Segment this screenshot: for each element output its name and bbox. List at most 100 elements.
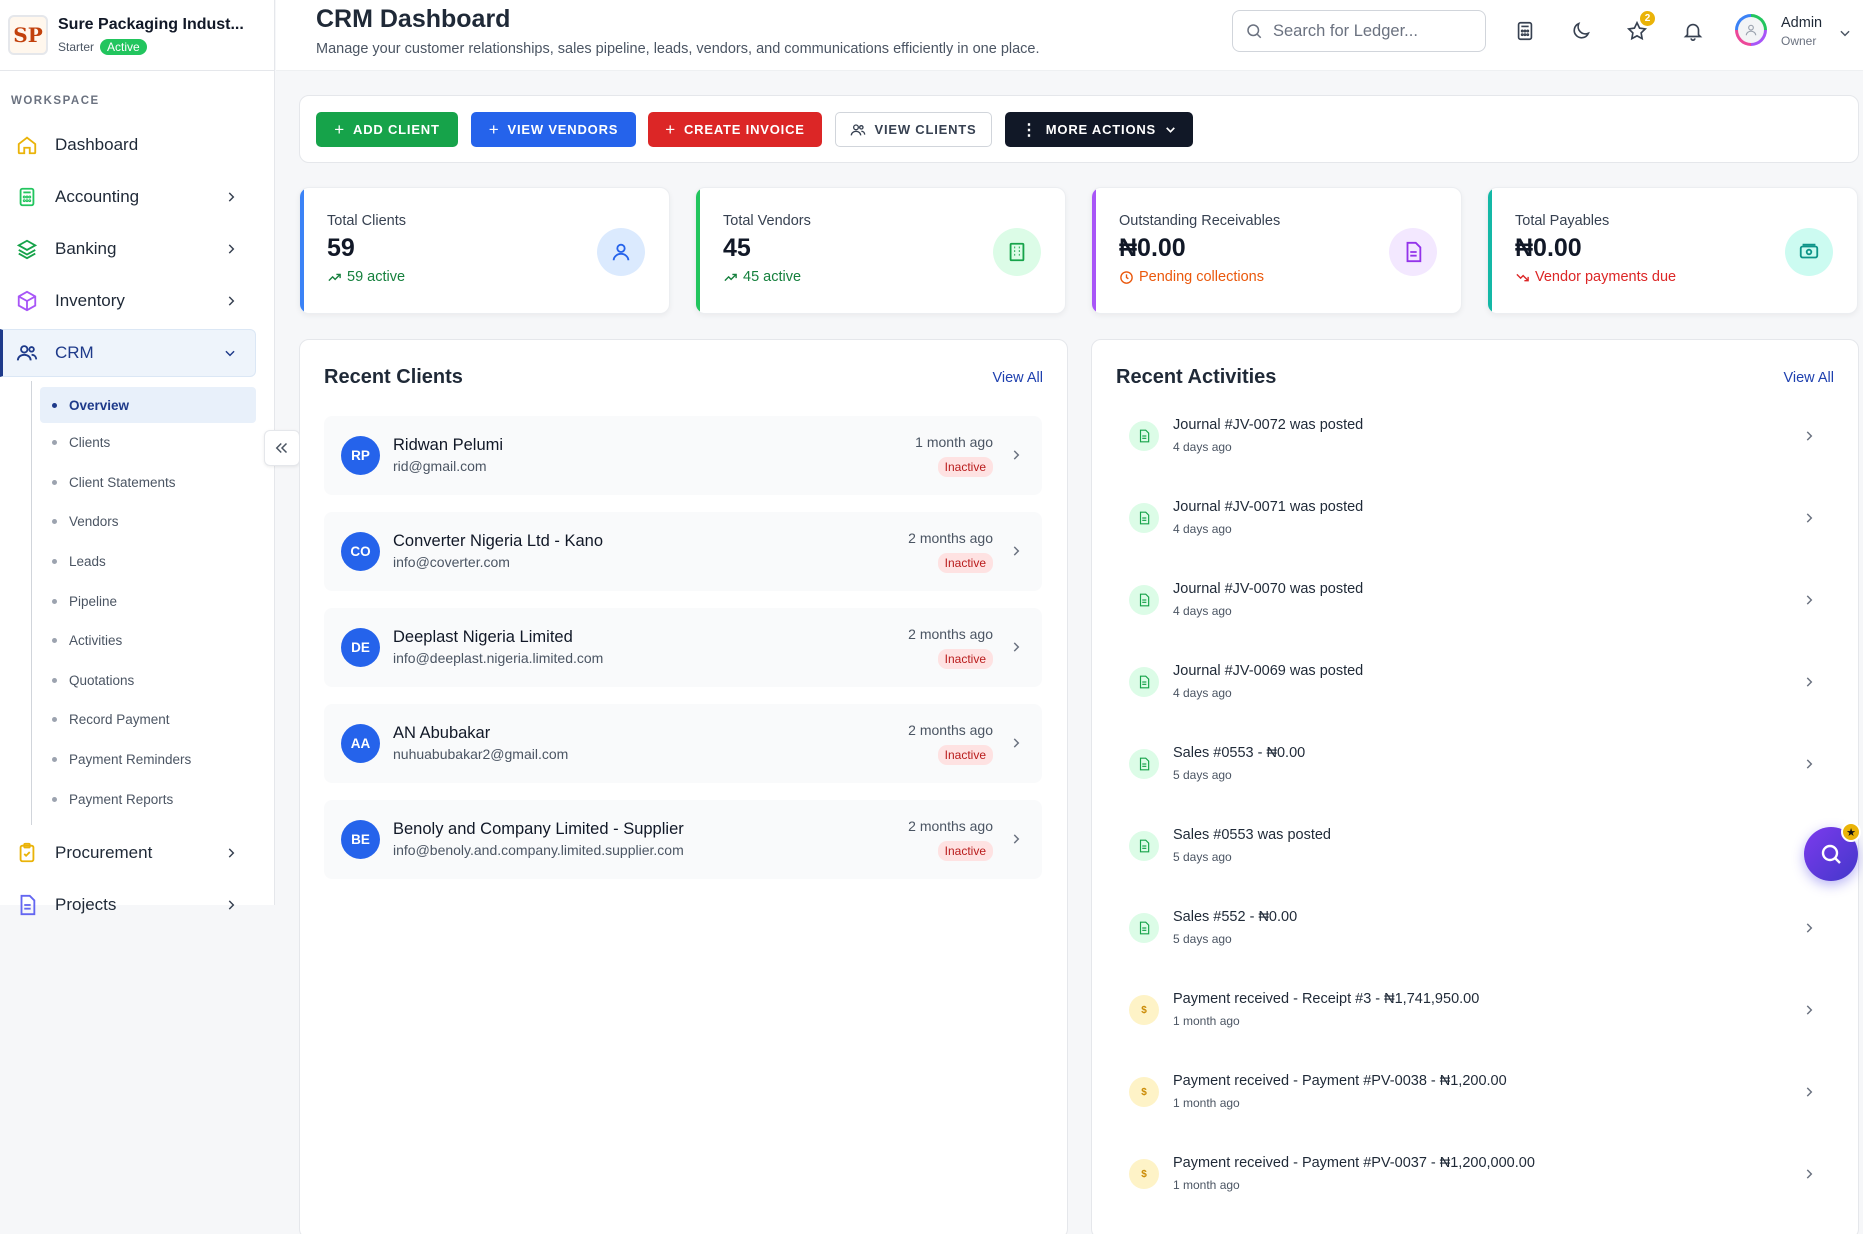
search-box[interactable] [1232, 10, 1486, 52]
chevron-down-icon[interactable] [1838, 26, 1852, 40]
notification-count-badge: 2 [1640, 11, 1655, 26]
activity-row[interactable]: Sales #552 - ₦0.00 5 days ago [1116, 895, 1834, 965]
activity-row[interactable]: Journal #JV-0070 was posted 4 days ago [1116, 567, 1834, 637]
client-row[interactable]: AA AN Abubakar nuhuabubakar2@gmail.com 2… [324, 704, 1042, 783]
activity-row[interactable]: Sales #0553 was posted 5 days ago [1116, 813, 1834, 883]
activity-row[interactable]: $ Payment received - Payment #PV-0038 - ₦… [1116, 1059, 1834, 1129]
stat-card-outstanding-receivables[interactable]: Outstanding Receivables ₦0.00 Pending co… [1091, 187, 1462, 314]
stat-icon-wrap [1389, 228, 1437, 276]
brand[interactable]: SP Sure Packaging Indust... Starter Acti… [0, 0, 274, 71]
stat-title: Total Payables [1515, 213, 1610, 229]
star-badge-icon: ★ [1841, 822, 1861, 842]
dollar-icon: $ [1129, 1159, 1159, 1189]
view-vendors-button[interactable]: + VIEW VENDORS [471, 112, 636, 147]
activity-title: Journal #JV-0071 was posted [1173, 499, 1364, 515]
submenu-item-quotations[interactable]: Quotations [40, 661, 256, 701]
stat-value: ₦0.00 [1119, 234, 1186, 262]
kebab-icon: ⋮ [1020, 121, 1038, 139]
chevron-right-icon [1806, 431, 1813, 441]
sidebar-item-banking[interactable]: Banking [0, 225, 256, 273]
client-avatar: BE [341, 820, 380, 859]
document-icon [1129, 585, 1159, 615]
more-actions-button[interactable]: ⋮ MORE ACTIONS [1005, 112, 1193, 147]
submenu-item-payment-reports[interactable]: Payment Reports [40, 779, 256, 819]
stat-card-total-payables[interactable]: Total Payables ₦0.00 Vendor payments due [1487, 187, 1858, 314]
submenu-item-client-statements[interactable]: Client Statements [40, 463, 256, 503]
client-row[interactable]: DE Deeplast Nigeria Limited info@deeplas… [324, 608, 1042, 687]
client-name: Deeplast Nigeria Limited [393, 628, 573, 646]
activity-row[interactable]: Journal #JV-0071 was posted 4 days ago [1116, 485, 1834, 555]
trending-up-icon [724, 273, 737, 281]
client-email: info@benoly.and.company.limited.supplier… [393, 842, 684, 858]
activity-row[interactable]: $ Payment received - Receipt #3 - ₦1,741,… [1116, 977, 1834, 1047]
submenu-item-clients[interactable]: Clients [40, 423, 256, 463]
company-name: Sure Packaging Indust... [58, 15, 244, 33]
client-row[interactable]: BE Benoly and Company Limited - Supplier… [324, 800, 1042, 879]
stat-card-total-clients[interactable]: Total Clients 59 59 active [299, 187, 670, 314]
collapse-sidebar-button[interactable] [264, 430, 300, 466]
plus-icon: + [488, 119, 500, 139]
bullet-icon [52, 677, 57, 683]
chevrons-left-icon [275, 442, 288, 454]
submenu-item-payment-reminders[interactable]: Payment Reminders [40, 740, 256, 780]
moon-icon[interactable] [1570, 20, 1592, 42]
stat-card-total-vendors[interactable]: Total Vendors 45 45 active [695, 187, 1066, 314]
submenu-item-activities[interactable]: Activities [40, 621, 256, 661]
dollar-icon: $ [1129, 995, 1159, 1025]
bullet-icon [52, 440, 57, 446]
users-icon [16, 345, 38, 361]
client-row[interactable]: CO Converter Nigeria Ltd - Kano info@cov… [324, 512, 1042, 591]
submenu-item-vendors[interactable]: Vendors [40, 502, 256, 542]
bell-icon[interactable] [1682, 20, 1704, 42]
top-header: CRM Dashboard Manage your customer relat… [276, 0, 1863, 71]
chevron-right-icon [228, 296, 235, 306]
submenu-item-pipeline[interactable]: Pipeline [40, 581, 256, 621]
sidebar-item-dashboard[interactable]: Dashboard [0, 121, 256, 169]
chevron-right-icon [1806, 1005, 1813, 1015]
chevron-right-icon [1806, 1169, 1813, 1179]
activity-row[interactable]: Journal #JV-0072 was posted 4 days ago [1116, 403, 1834, 473]
client-row[interactable]: RP Ridwan Pelumi rid@gmail.com 1 month a… [324, 416, 1042, 495]
trending-up-icon [328, 273, 341, 281]
page-title: CRM Dashboard [316, 5, 511, 33]
submenu-item-leads[interactable]: Leads [40, 542, 256, 582]
stat-value: 45 [723, 234, 751, 262]
sidebar-item-label: Inventory [55, 291, 125, 310]
view-all-clients-link[interactable]: View All [992, 370, 1043, 386]
activity-title: Sales #0553 - ₦0.00 [1173, 745, 1306, 761]
client-avatar: CO [341, 532, 380, 571]
submenu-label: Activities [69, 633, 123, 649]
sidebar-item-crm[interactable]: CRM [0, 329, 256, 377]
avatar[interactable] [1735, 14, 1767, 46]
add-client-button[interactable]: + ADD CLIENT [316, 112, 458, 147]
client-time: 2 months ago [908, 626, 993, 642]
view-all-activities-link[interactable]: View All [1783, 370, 1834, 386]
activity-time: 4 days ago [1173, 604, 1232, 618]
activity-title: Journal #JV-0069 was posted [1173, 663, 1364, 679]
user-name[interactable]: Admin [1781, 15, 1822, 31]
search-input[interactable] [1273, 21, 1473, 41]
chevron-right-icon [1806, 923, 1813, 933]
calculator-icon[interactable] [1514, 20, 1536, 42]
submenu-item-record-payment[interactable]: Record Payment [40, 700, 256, 740]
accent-bar [300, 188, 304, 313]
calculator-icon [19, 187, 35, 207]
submenu-label: Overview [69, 397, 130, 413]
view-clients-button[interactable]: VIEW CLIENTS [835, 112, 992, 147]
chevron-right-icon [1806, 1087, 1813, 1097]
sidebar-item-inventory[interactable]: Inventory [0, 277, 256, 325]
sidebar-item-procurement[interactable]: Procurement [0, 829, 256, 877]
sidebar-item-projects[interactable]: Projects [0, 881, 256, 929]
create-invoice-button[interactable]: + CREATE INVOICE [648, 112, 822, 147]
activity-row[interactable]: Journal #JV-0069 was posted 4 days ago [1116, 649, 1834, 719]
submenu-item-overview[interactable]: Overview [40, 387, 256, 423]
users-icon [851, 123, 866, 135]
activity-row[interactable]: Sales #0553 - ₦0.00 5 days ago [1116, 731, 1834, 801]
sidebar-item-accounting[interactable]: Accounting [0, 173, 256, 221]
sidebar-item-label: Procurement [55, 842, 153, 862]
document-icon [1129, 421, 1159, 451]
chevron-right-icon [1013, 738, 1020, 748]
action-bar: + ADD CLIENT + VIEW VENDORS + CREATE INVOIC… [299, 95, 1859, 163]
client-name: Ridwan Pelumi [393, 436, 504, 454]
activity-row[interactable]: $ Payment received - Payment #PV-0037 - ₦… [1116, 1141, 1834, 1211]
